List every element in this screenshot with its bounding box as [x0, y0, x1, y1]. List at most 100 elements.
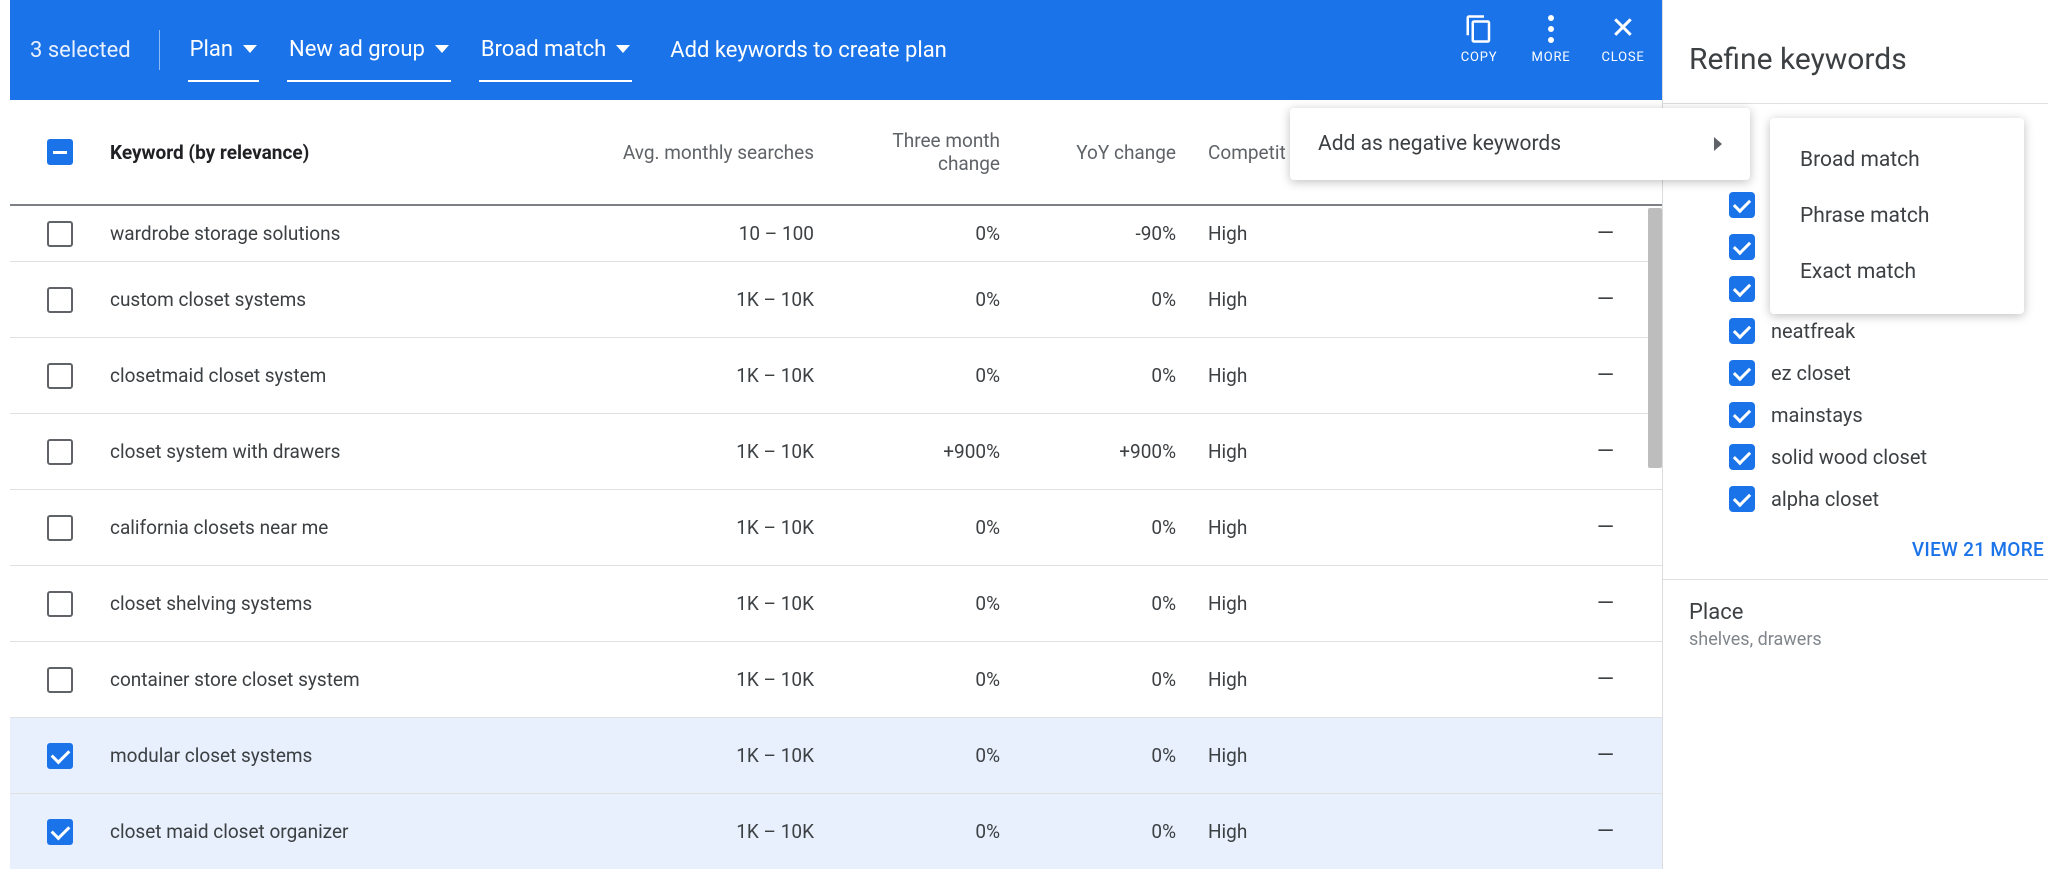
menu-item-phrase-match[interactable]: Phrase match	[1770, 188, 2024, 244]
extra-cell: —	[1597, 287, 1614, 312]
caret-down-icon	[616, 45, 630, 53]
row-checkbox[interactable]	[47, 287, 73, 313]
row-checkbox[interactable]	[47, 439, 73, 465]
row-checkbox[interactable]	[47, 743, 73, 769]
copy-button[interactable]: COPY	[1454, 14, 1504, 65]
menu-item-broad-match[interactable]: Broad match	[1770, 132, 2024, 188]
row-checkbox[interactable]	[47, 819, 73, 845]
yoy-cell: 0%	[1151, 668, 1176, 691]
keyword-cell: closet maid closet organizer	[110, 820, 348, 843]
refine-item[interactable]: neatfreak	[1663, 310, 2048, 352]
refine-item-label: ez closet	[1771, 361, 1851, 385]
plan-dropdown[interactable]: Plan	[188, 19, 259, 82]
table-row[interactable]: closetmaid closet system1K – 10K0%0%High…	[10, 338, 1662, 414]
keyword-table: Keyword (by relevance) Avg. monthly sear…	[10, 100, 1662, 869]
adgroup-dropdown[interactable]: New ad group	[287, 19, 451, 82]
keyword-cell: container store closet system	[110, 668, 360, 691]
checkbox[interactable]	[1729, 318, 1755, 344]
extra-cell: —	[1597, 591, 1614, 616]
match-dropdown[interactable]: Broad match	[479, 19, 632, 82]
avg-cell: 1K – 10K	[736, 288, 814, 311]
more-button[interactable]: MORE	[1526, 14, 1576, 65]
refine-item-label: alpha closet	[1771, 487, 1879, 511]
refine-item[interactable]: mainstays	[1663, 394, 2048, 436]
competition-cell: High	[1208, 668, 1247, 691]
divider	[159, 30, 160, 70]
place-subtitle: shelves, drawers	[1689, 629, 2022, 650]
yoy-cell: +900%	[1119, 440, 1176, 463]
close-button[interactable]: ✕ CLOSE	[1598, 14, 1648, 65]
col-competition[interactable]: Competit	[1208, 141, 1286, 164]
yoy-cell: 0%	[1151, 516, 1176, 539]
row-checkbox[interactable]	[47, 363, 73, 389]
three-month-cell: +900%	[943, 440, 1000, 463]
three-month-cell: 0%	[975, 744, 1000, 767]
plan-label: Plan	[190, 37, 233, 62]
extra-cell: —	[1597, 667, 1614, 692]
toolbar-hint: Add keywords to create plan	[670, 38, 947, 63]
checkbox[interactable]	[1729, 444, 1755, 470]
col-avg[interactable]: Avg. monthly searches	[623, 141, 814, 164]
three-month-cell: 0%	[975, 516, 1000, 539]
select-all-checkbox[interactable]	[47, 139, 73, 165]
selected-count: 3 selected	[30, 38, 131, 63]
refine-item[interactable]: solid wood closet	[1663, 436, 2048, 478]
refine-item-label: mainstays	[1771, 403, 1863, 427]
close-icon: ✕	[1610, 14, 1635, 44]
competition-cell: High	[1208, 364, 1247, 387]
avg-cell: 1K – 10K	[736, 516, 814, 539]
scrollbar-thumb[interactable]	[1648, 208, 1662, 468]
row-checkbox[interactable]	[47, 515, 73, 541]
yoy-cell: -90%	[1135, 222, 1176, 245]
chevron-right-icon	[1714, 137, 1722, 151]
col-yoy[interactable]: YoY change	[1076, 141, 1176, 164]
avg-cell: 1K – 10K	[736, 364, 814, 387]
row-checkbox[interactable]	[47, 591, 73, 617]
extra-cell: —	[1597, 221, 1614, 246]
yoy-cell: 0%	[1151, 288, 1176, 311]
row-checkbox[interactable]	[47, 667, 73, 693]
refine-item[interactable]: alpha closet	[1663, 478, 2048, 520]
checkbox[interactable]	[1729, 276, 1755, 302]
yoy-cell: 0%	[1151, 744, 1176, 767]
avg-cell: 10 – 100	[739, 222, 814, 245]
three-month-cell: 0%	[975, 592, 1000, 615]
selection-toolbar: 3 selected Plan New ad group Broad match…	[10, 0, 1662, 100]
table-row[interactable]: container store closet system1K – 10K0%0…	[10, 642, 1662, 718]
checkbox[interactable]	[1729, 192, 1755, 218]
add-negative-keywords-menu-item[interactable]: Add as negative keywords	[1290, 108, 1750, 180]
extra-cell: —	[1597, 515, 1614, 540]
table-row[interactable]: custom closet systems1K – 10K0%0%High—	[10, 262, 1662, 338]
competition-cell: High	[1208, 516, 1247, 539]
three-month-cell: 0%	[975, 668, 1000, 691]
table-row[interactable]: california closets near me1K – 10K0%0%Hi…	[10, 490, 1662, 566]
refine-item[interactable]: ez closet	[1663, 352, 2048, 394]
refine-item-label: neatfreak	[1771, 319, 1855, 343]
competition-cell: High	[1208, 744, 1247, 767]
row-checkbox[interactable]	[47, 221, 73, 247]
avg-cell: 1K – 10K	[736, 820, 814, 843]
keyword-cell: modular closet systems	[110, 744, 312, 767]
table-row[interactable]: wardrobe storage solutions10 – 1000%-90%…	[10, 206, 1662, 262]
table-row[interactable]: closet maid closet organizer1K – 10K0%0%…	[10, 794, 1662, 869]
col-keyword[interactable]: Keyword (by relevance)	[110, 141, 309, 164]
checkbox[interactable]	[1729, 360, 1755, 386]
yoy-cell: 0%	[1151, 364, 1176, 387]
view-more-link[interactable]: VIEW 21 MORE	[1663, 520, 2048, 579]
extra-cell: —	[1597, 363, 1614, 388]
col-three-month[interactable]: Three month change	[892, 129, 1000, 175]
adgroup-label: New ad group	[289, 37, 425, 62]
sidebar-title: Refine keywords	[1663, 0, 2048, 103]
checkbox[interactable]	[1729, 234, 1755, 260]
table-row[interactable]: closet system with drawers1K – 10K+900%+…	[10, 414, 1662, 490]
menu-item-exact-match[interactable]: Exact match	[1770, 244, 2024, 300]
checkbox[interactable]	[1729, 402, 1755, 428]
keyword-cell: closetmaid closet system	[110, 364, 326, 387]
refine-place-section[interactable]: Place shelves, drawers	[1663, 579, 2048, 670]
checkbox[interactable]	[1729, 486, 1755, 512]
place-title: Place	[1689, 600, 2022, 625]
extra-cell: —	[1597, 743, 1614, 768]
table-row[interactable]: modular closet systems1K – 10K0%0%High—	[10, 718, 1662, 794]
table-row[interactable]: closet shelving systems1K – 10K0%0%High—	[10, 566, 1662, 642]
three-month-cell: 0%	[975, 222, 1000, 245]
